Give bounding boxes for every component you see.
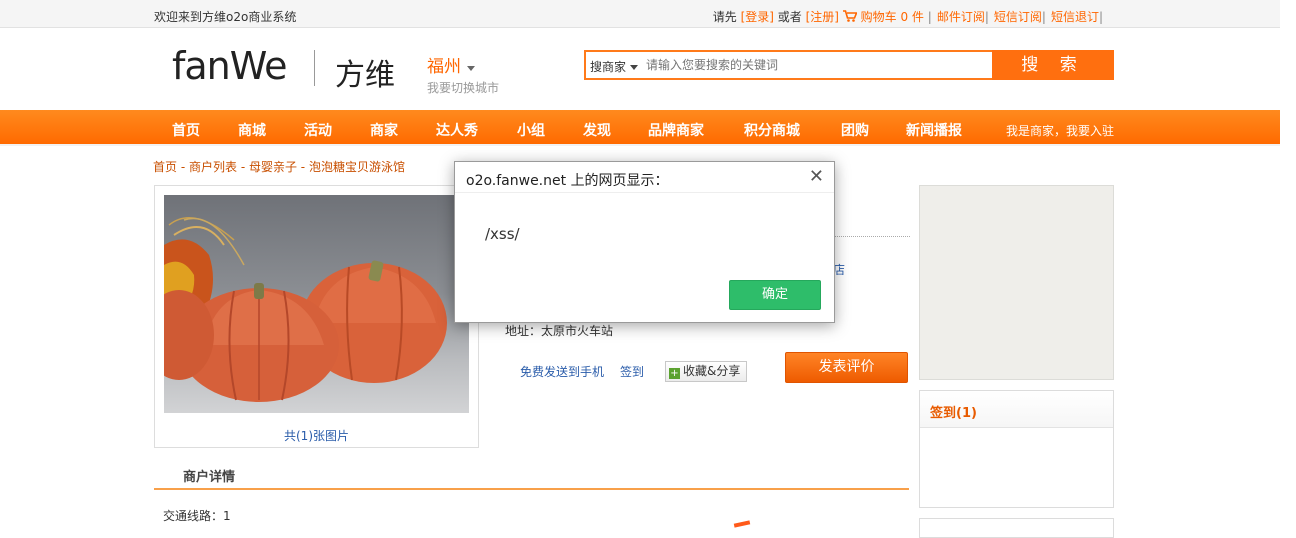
checkin-panel-title: 签到(1) <box>920 391 1113 428</box>
nav-item-mall[interactable]: 商城 <box>238 120 266 140</box>
nav-item-news[interactable]: 新闻播报 <box>906 120 962 140</box>
search-bar: 搜商家 搜 索 <box>584 50 1114 80</box>
top-bar: 欢迎来到方维o2o商业系统 请先 [登录] 或者 [注册] 购物车 0 件 | 邮… <box>0 0 1296 28</box>
cart-link[interactable]: 购物车 0 件 <box>842 10 928 24</box>
top-links: 请先 [登录] 或者 [注册] 购物车 0 件 | 邮件订阅| 短信订阅| 短信退订| <box>712 10 1103 24</box>
dialog-body: /xss/ 确定 <box>455 192 834 322</box>
please-text: 请先 <box>712 10 737 24</box>
city-switch-hint: 我要切换城市 <box>427 81 500 95</box>
shop-photo-box: 共(1)张图片 <box>154 185 479 448</box>
checkin-link[interactable]: 签到 <box>620 363 644 380</box>
logo-divider <box>314 50 315 86</box>
cart-icon <box>842 10 858 22</box>
nav-item-group-buy[interactable]: 团购 <box>841 120 869 140</box>
plus-icon: + <box>669 368 680 379</box>
nav-item-groups[interactable]: 小组 <box>517 120 545 140</box>
close-icon[interactable]: ✕ <box>809 168 824 186</box>
details-divider <box>154 488 909 490</box>
pumpkin-photo[interactable] <box>164 195 469 413</box>
dialog-title: o2o.fanwe.net 上的网页显示： <box>466 173 669 189</box>
collect-share-button[interactable]: + 收藏&分享 <box>665 361 747 382</box>
merchant-join-link[interactable]: 我是商家，我要入驻 <box>1006 122 1114 139</box>
search-type-select[interactable]: 搜商家 <box>590 58 639 75</box>
decorative-mark <box>733 520 751 528</box>
city-name: 福州 <box>427 57 461 77</box>
breadcrumb-shop[interactable]: 泡泡糖宝贝游泳馆 <box>309 160 405 174</box>
sms-subscribe-link[interactable]: 短信订阅 <box>994 10 1042 24</box>
nav-item-brand-merchants[interactable]: 品牌商家 <box>648 120 704 140</box>
shop-address: 地址：太原市火车站 <box>505 324 614 338</box>
nav-item-merchants[interactable]: 商家 <box>370 120 398 140</box>
breadcrumb-sep: - <box>177 160 189 174</box>
main-nav: 首页 商城 活动 商家 达人秀 小组 发现 品牌商家 积分商城 团购 新闻播报 … <box>0 110 1296 146</box>
nav-item-talent-show[interactable]: 达人秀 <box>436 120 478 140</box>
tab-shop-details[interactable]: 商户详情 <box>183 466 235 485</box>
nav-item-home[interactable]: 首页 <box>172 120 200 140</box>
send-to-phone-link[interactable]: 免费发送到手机 <box>520 363 604 380</box>
search-input[interactable] <box>646 55 986 75</box>
register-link[interactable]: [注册] <box>806 10 839 24</box>
nav-item-discover[interactable]: 发现 <box>583 120 611 140</box>
sms-unsubscribe-link[interactable]: 短信退订 <box>1051 10 1099 24</box>
breadcrumb-sep: - <box>237 160 249 174</box>
search-type-label: 搜商家 <box>590 60 627 74</box>
search-button[interactable]: 搜 索 <box>992 50 1114 80</box>
pumpkin-image <box>164 217 447 402</box>
alert-dialog: o2o.fanwe.net 上的网页显示： ✕ /xss/ 确定 <box>454 161 835 323</box>
breadcrumb-shop-list[interactable]: 商户列表 <box>189 160 237 174</box>
post-review-button[interactable]: 发表评价 <box>785 352 908 383</box>
nav-item-events[interactable]: 活动 <box>304 120 332 140</box>
traffic-route: 交通线路：1 <box>163 509 231 523</box>
logo-cn: 方维 <box>335 58 395 93</box>
cart-count: 0 件 <box>900 10 924 24</box>
logo-text: fanWe <box>172 44 287 88</box>
breadcrumb: 首页 - 商户列表 - 母婴亲子 - 泡泡糖宝贝游泳馆 <box>153 158 405 175</box>
login-link[interactable]: [登录] <box>741 10 774 24</box>
cart-label: 购物车 <box>860 10 897 24</box>
ok-button[interactable]: 确定 <box>729 280 821 310</box>
scrollbar[interactable] <box>1280 0 1296 529</box>
welcome-text: 欢迎来到方维o2o商业系统 <box>154 10 297 24</box>
breadcrumb-category[interactable]: 母婴亲子 <box>249 160 297 174</box>
nav-item-points-mall[interactable]: 积分商城 <box>744 120 800 140</box>
photo-count-link[interactable]: 共(1)张图片 <box>155 427 478 444</box>
email-subscribe-link[interactable]: 邮件订阅 <box>937 10 985 24</box>
collect-share-label: 收藏&分享 <box>683 364 741 378</box>
sidebar-panel <box>919 518 1114 538</box>
ad-placeholder <box>919 185 1114 380</box>
breadcrumb-home[interactable]: 首页 <box>153 160 177 174</box>
chevron-down-icon <box>630 65 639 70</box>
breadcrumb-sep: - <box>296 160 309 174</box>
chevron-down-icon <box>467 66 475 71</box>
checkin-panel: 签到(1) <box>919 390 1114 508</box>
dialog-message: /xss/ <box>485 225 520 243</box>
site-logo[interactable]: fanWe 方维 <box>172 44 402 94</box>
or-text: 或者 <box>777 10 802 24</box>
city-switcher[interactable]: 福州 我要切换城市 <box>427 52 499 96</box>
